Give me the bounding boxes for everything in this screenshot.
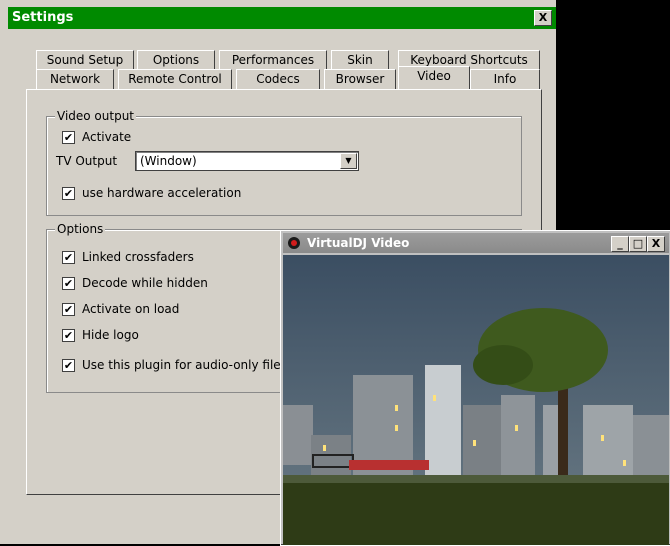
tab-performances[interactable]: Performances <box>219 50 327 70</box>
check-icon: ✔ <box>62 358 75 372</box>
option-label: Linked crossfaders <box>82 250 194 264</box>
option-label: Hide logo <box>82 328 139 342</box>
option-checkbox-linked-crossfaders[interactable]: ✔ Linked crossfaders <box>62 250 194 264</box>
activate-check-icon: ✔ <box>62 130 75 144</box>
virtualdj-logo-icon <box>288 237 300 249</box>
tv-output-select[interactable]: (Window) ▼ <box>135 151 359 171</box>
activate-label: Activate <box>82 130 132 144</box>
option-label: Activate on load <box>82 302 180 316</box>
check-icon: ✔ <box>62 302 75 316</box>
tab-skin[interactable]: Skin <box>331 50 389 70</box>
tv-output-label: TV Output <box>56 154 117 168</box>
video-output-legend: Video output <box>55 109 137 123</box>
tab-codecs[interactable]: Codecs <box>236 69 320 89</box>
settings-close-button[interactable]: X <box>534 10 552 26</box>
options-legend: Options <box>55 222 106 236</box>
tv-output-text: TV Output <box>56 154 118 168</box>
tab-info[interactable]: Info <box>470 69 540 89</box>
minimize-button[interactable]: _ <box>611 236 629 252</box>
option-checkbox-hide-logo[interactable]: ✔ Hide logo <box>62 328 139 342</box>
hw-accel-label: use hardware acceleration <box>82 186 242 200</box>
option-checkbox-activate-on-load[interactable]: ✔ Activate on load <box>62 302 179 316</box>
tab-browser[interactable]: Browser <box>324 69 396 89</box>
option-label: Decode while hidden <box>82 276 208 290</box>
activate-checkbox[interactable]: ✔ Activate <box>62 130 131 144</box>
tab-video[interactable]: Video <box>398 66 470 89</box>
check-icon: ✔ <box>62 328 75 342</box>
option-label: Use this plugin for audio-only files <box>82 358 287 372</box>
tab-network[interactable]: Network <box>36 69 114 89</box>
hw-accel-checkbox[interactable]: ✔ use hardware acceleration <box>62 186 241 200</box>
video-window-title: VirtualDJ Video <box>307 236 410 250</box>
tab-sound-setup[interactable]: Sound Setup <box>36 50 134 70</box>
check-icon: ✔ <box>62 276 75 290</box>
video-close-button[interactable]: X <box>647 236 665 252</box>
video-screen[interactable] <box>283 255 669 545</box>
tab-options[interactable]: Options <box>137 50 215 70</box>
video-frame-image <box>283 255 669 545</box>
maximize-button[interactable]: □ <box>629 236 647 252</box>
video-titlebar[interactable]: VirtualDJ Video _ □ X <box>283 233 669 253</box>
hw-accel-check-icon: ✔ <box>62 186 75 200</box>
video-window[interactable]: VirtualDJ Video _ □ X <box>280 230 670 546</box>
tv-output-value: (Window) <box>140 154 197 168</box>
settings-titlebar[interactable]: Settings X <box>8 7 556 29</box>
chevron-down-icon[interactable]: ▼ <box>340 153 357 169</box>
tab-remote-control[interactable]: Remote Control <box>118 69 232 89</box>
settings-title: Settings <box>12 10 74 25</box>
check-icon: ✔ <box>62 250 75 264</box>
option-checkbox-decode-while-hidden[interactable]: ✔ Decode while hidden <box>62 276 208 290</box>
option-checkbox-audio-only[interactable]: ✔ Use this plugin for audio-only files <box>62 358 287 372</box>
